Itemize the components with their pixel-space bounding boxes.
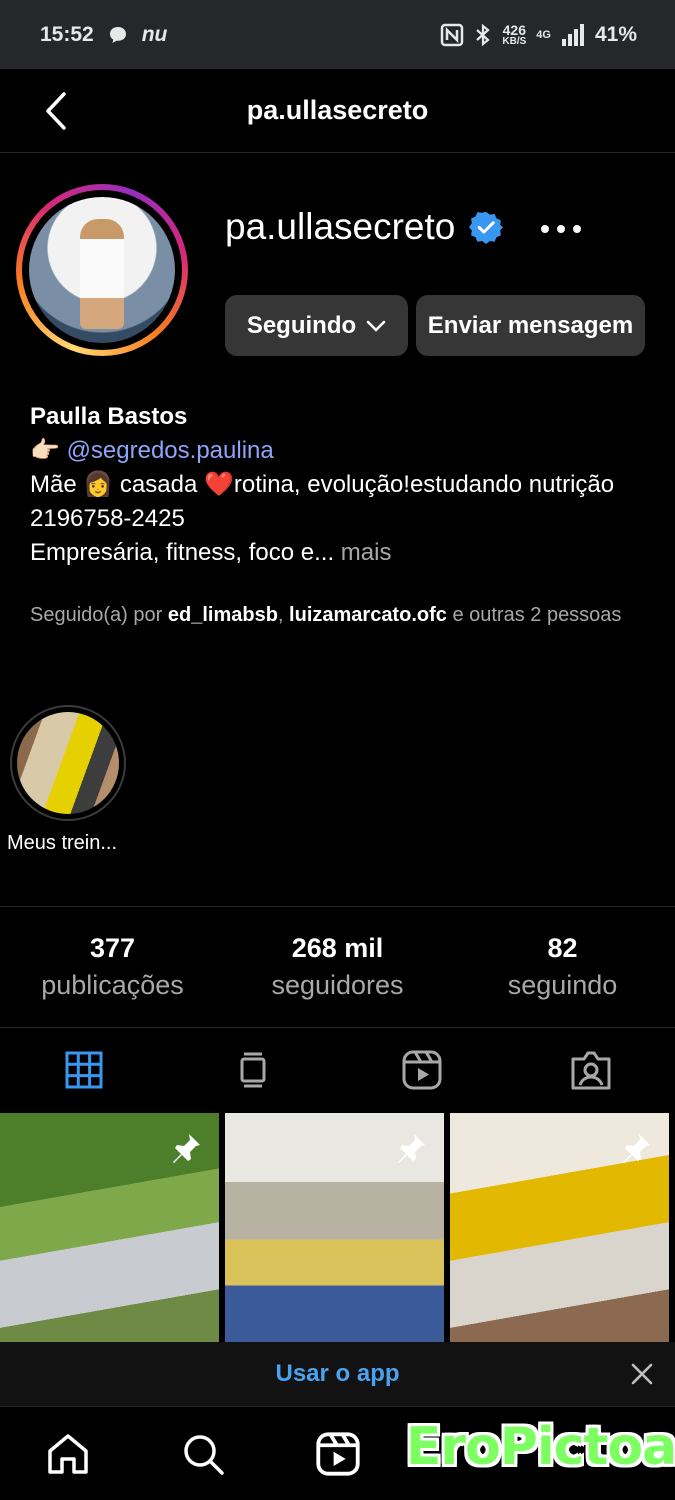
nav-reels[interactable] <box>270 1407 405 1500</box>
pointing-hand-icon: 👉🏻 <box>30 437 60 464</box>
send-message-label: Enviar mensagem <box>427 312 634 339</box>
following-button[interactable]: Seguindo <box>225 295 408 356</box>
verified-badge-icon <box>469 211 504 244</box>
dot-icon <box>557 225 565 233</box>
tab-tagged[interactable] <box>506 1029 675 1111</box>
chat-bubble-icon <box>109 26 126 43</box>
profile-username: pa.ullasecreto <box>225 206 456 247</box>
stat-following[interactable]: 82 seguindo <box>450 907 675 1027</box>
bio-text: Mãe 👩 casada ❤️rotina, evolução!estudand… <box>30 471 615 532</box>
tagged-icon <box>571 1051 611 1090</box>
network-type: 4G <box>536 28 551 41</box>
close-icon[interactable] <box>631 1363 653 1385</box>
signal-icon <box>561 23 584 46</box>
dot-icon <box>541 225 549 233</box>
bio-link-row: 👉🏻 @segredos.paulina <box>30 434 650 468</box>
profile-tabs <box>0 1029 675 1111</box>
search-icon <box>183 1434 224 1475</box>
use-app-link[interactable]: Usar o app <box>275 1360 399 1388</box>
stat-value: 82 <box>547 933 578 963</box>
stat-value: 268 mil <box>291 933 384 963</box>
status-time: 15:52 <box>40 22 94 46</box>
header-title: pa.ullasecreto <box>246 95 429 125</box>
followed-by-user[interactable]: ed_limabsb <box>168 604 278 626</box>
feed-icon <box>240 1052 266 1088</box>
reels-icon <box>402 1050 442 1090</box>
battery-level: 41% <box>594 22 637 46</box>
chevron-down-icon <box>366 320 386 332</box>
post-grid <box>0 1113 675 1343</box>
stat-value: 377 <box>89 933 136 963</box>
highlight-cover <box>17 712 119 814</box>
followed-by[interactable]: Seguido(a) por ed_limabsb, luizamarcato.… <box>30 596 630 634</box>
reels-icon <box>315 1431 360 1476</box>
story-highlight[interactable] <box>10 705 126 821</box>
grid-icon <box>65 1051 103 1089</box>
highlight-label: Meus trein... <box>7 832 118 854</box>
bio-more-link[interactable]: mais <box>341 539 392 566</box>
profile-stats: 377 publicações 268 mil seguidores 82 se… <box>0 906 675 1028</box>
pin-icon <box>623 1134 650 1163</box>
send-message-button[interactable]: Enviar mensagem <box>416 295 645 356</box>
use-app-banner[interactable]: Usar o app <box>0 1342 675 1406</box>
more-options-button[interactable] <box>537 213 585 245</box>
avatar-photo <box>29 197 175 343</box>
dot-icon <box>573 225 581 233</box>
nfc-icon <box>441 23 464 46</box>
following-label: Seguindo <box>246 312 357 339</box>
nav-search[interactable] <box>135 1407 270 1500</box>
watermark-logo: EroPictoa <box>405 1417 675 1477</box>
tab-feed[interactable] <box>169 1029 338 1111</box>
bio-text-2: Empresária, fitness, foco e... mais <box>30 539 392 566</box>
stat-label: publicações <box>41 970 184 1000</box>
pin-icon <box>398 1134 425 1163</box>
profile-full-name: Paulla Bastos <box>30 403 188 430</box>
bio-link[interactable]: @segredos.paulina <box>67 437 274 464</box>
status-bar: 15:52 nu 426 KB/S 4G 41% <box>0 0 675 69</box>
stat-posts[interactable]: 377 publicações <box>0 907 225 1027</box>
post-thumbnail[interactable] <box>0 1113 219 1343</box>
status-carrier: nu <box>141 22 168 46</box>
stat-label: seguidores <box>271 970 404 1000</box>
followed-by-user[interactable]: luizamarcato.ofc <box>289 604 447 626</box>
profile-bio: Paulla Bastos 👉🏻 @segredos.paulina Mãe 👩… <box>30 400 650 570</box>
profile-username-row: pa.ullasecreto <box>225 206 504 248</box>
pin-icon <box>173 1134 200 1163</box>
bluetooth-icon <box>476 23 491 46</box>
chevron-left-icon <box>46 92 66 130</box>
post-thumbnail[interactable] <box>450 1113 669 1343</box>
home-icon <box>47 1433 88 1474</box>
post-thumbnail[interactable] <box>225 1113 444 1343</box>
tab-grid[interactable] <box>0 1029 169 1111</box>
nav-home[interactable] <box>0 1407 135 1500</box>
tab-reels[interactable] <box>338 1029 507 1111</box>
profile-header: pa.ullasecreto <box>0 69 675 153</box>
back-button[interactable] <box>36 89 76 133</box>
stat-followers[interactable]: 268 mil seguidores <box>225 907 450 1027</box>
profile-avatar[interactable] <box>16 184 188 356</box>
net-speed: 426 KB/S <box>502 21 527 47</box>
stat-label: seguindo <box>507 970 618 1000</box>
